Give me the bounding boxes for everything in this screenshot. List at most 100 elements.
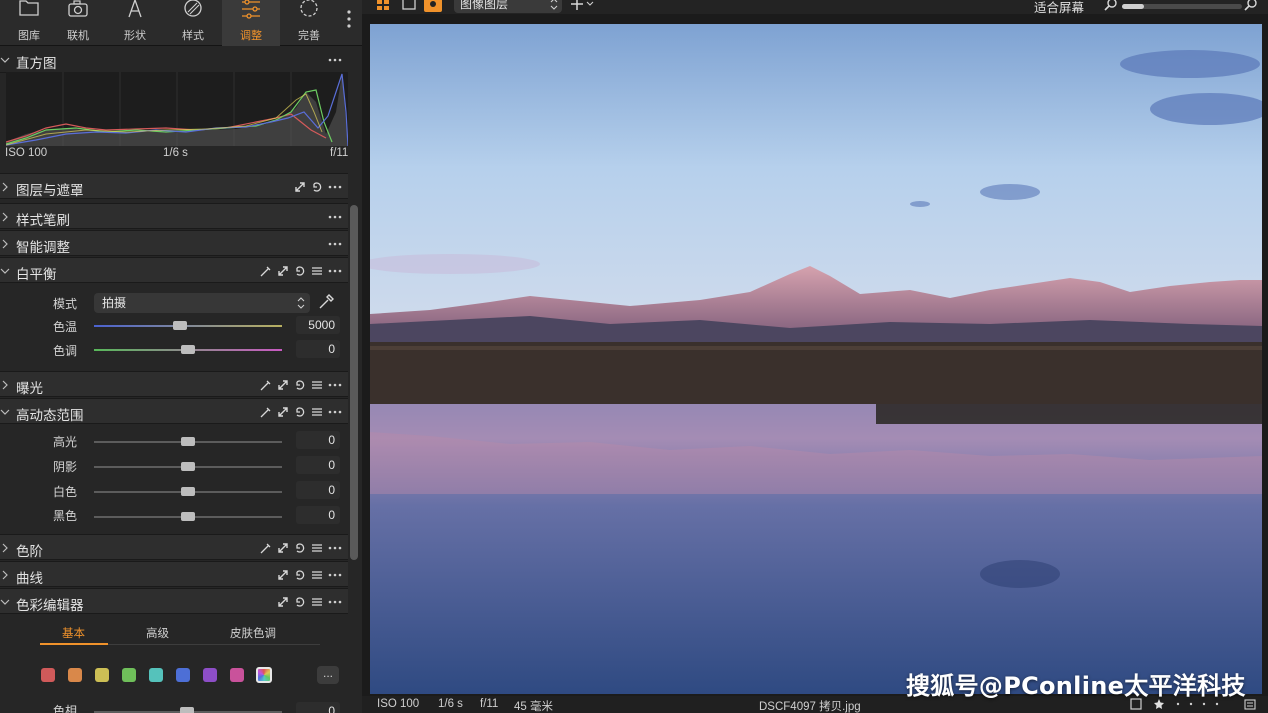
add-layer-icon[interactable]: [570, 0, 596, 12]
smart-adjust-header[interactable]: 智能调整: [0, 230, 348, 256]
zoom-slider[interactable]: [1122, 4, 1242, 9]
curves-header[interactable]: 曲线: [0, 561, 348, 587]
hue-value[interactable]: 0: [296, 702, 340, 713]
hue-knob[interactable]: [180, 707, 194, 713]
eye-icon[interactable]: [424, 0, 442, 12]
tab-refine[interactable]: 完善: [280, 0, 338, 46]
color-editor-header[interactable]: 色彩编辑器: [0, 588, 348, 614]
tab-color-skin[interactable]: 皮肤色调: [230, 625, 276, 641]
swatch-yellow[interactable]: [95, 668, 109, 682]
swatch-cyan[interactable]: [149, 668, 163, 682]
more-icon[interactable]: [328, 53, 342, 67]
tab-styles[interactable]: 样式: [164, 0, 222, 46]
image-viewer[interactable]: [362, 14, 1268, 696]
swatch-magenta[interactable]: [230, 668, 244, 682]
swatch-red[interactable]: [41, 668, 55, 682]
hdr-black-value[interactable]: 0: [296, 506, 340, 524]
wb-mode-select[interactable]: 拍摄: [94, 293, 310, 313]
section-title: 图层与遮罩: [16, 183, 84, 198]
layer-select[interactable]: 图像图层: [454, 0, 562, 13]
more-icon[interactable]: [328, 568, 342, 582]
updown-chevron-icon: [297, 297, 305, 309]
more-icon[interactable]: [328, 264, 342, 278]
wb-tint-knob[interactable]: [181, 345, 195, 354]
info-panel-icon[interactable]: [1244, 699, 1256, 710]
color-more-button[interactable]: ...: [317, 666, 339, 684]
chevron-down-icon: [0, 409, 10, 415]
picker-icon[interactable]: [260, 265, 272, 277]
reset-icon[interactable]: [311, 181, 323, 193]
copy-adjust-icon[interactable]: [277, 569, 289, 581]
more-icon[interactable]: [328, 405, 342, 419]
reset-icon[interactable]: [294, 406, 306, 418]
tab-adjust[interactable]: 调整: [222, 0, 280, 46]
swatch-orange[interactable]: [68, 668, 82, 682]
tab-color-basic[interactable]: 基本: [62, 625, 85, 641]
copy-adjust-icon[interactable]: [277, 379, 289, 391]
section-title: 色彩编辑器: [16, 598, 84, 613]
more-vertical-icon[interactable]: [342, 6, 356, 34]
list-icon[interactable]: [311, 569, 323, 581]
copy-adjust-icon[interactable]: [277, 265, 289, 277]
hdr-header[interactable]: 高动态范围: [0, 398, 348, 424]
more-icon[interactable]: [328, 180, 342, 194]
list-icon[interactable]: [311, 379, 323, 391]
swatch-green[interactable]: [122, 668, 136, 682]
hdr-white-knob[interactable]: [181, 487, 195, 496]
swatch-blue[interactable]: [176, 668, 190, 682]
reset-icon[interactable]: [294, 596, 306, 608]
copy-adjust-icon[interactable]: [277, 542, 289, 554]
copy-adjust-icon[interactable]: [277, 596, 289, 608]
tab-color-advanced[interactable]: 高级: [146, 625, 169, 641]
more-icon[interactable]: [328, 237, 342, 251]
reset-icon[interactable]: [294, 265, 306, 277]
more-icon[interactable]: [328, 378, 342, 392]
more-icon[interactable]: [328, 541, 342, 555]
swatch-all-colors[interactable]: [256, 667, 272, 683]
fit-screen-label[interactable]: 适合屏幕: [1034, 0, 1084, 14]
grid-view-icon[interactable]: [376, 0, 390, 10]
exposure-header[interactable]: 曝光: [0, 371, 348, 397]
list-icon[interactable]: [311, 265, 323, 277]
hdr-shadow-value[interactable]: 0: [296, 456, 340, 474]
tab-tethered[interactable]: 联机: [49, 0, 107, 46]
eyedropper-icon[interactable]: [318, 294, 334, 310]
swatch-purple[interactable]: [203, 668, 217, 682]
reset-icon[interactable]: [294, 569, 306, 581]
copy-adjust-icon[interactable]: [294, 181, 306, 193]
hdr-highlight-value[interactable]: 0: [296, 431, 340, 449]
tab-shape[interactable]: 形状: [106, 0, 164, 46]
reset-icon[interactable]: [294, 542, 306, 554]
zoom-in-icon[interactable]: [1244, 0, 1258, 12]
list-icon[interactable]: [311, 596, 323, 608]
style-brush-header[interactable]: 样式笔刷: [0, 203, 348, 229]
wb-temp-knob[interactable]: [173, 321, 188, 330]
list-icon[interactable]: [311, 542, 323, 554]
wb-temp-slider[interactable]: [94, 325, 282, 327]
copy-adjust-icon[interactable]: [277, 406, 289, 418]
levels-header[interactable]: 色阶: [0, 534, 348, 560]
hdr-white-value[interactable]: 0: [296, 481, 340, 499]
section-title: 高动态范围: [16, 408, 84, 423]
tab-label: 联机: [67, 30, 89, 42]
layers-masks-header[interactable]: 图层与遮罩: [0, 173, 348, 199]
picker-icon[interactable]: [260, 406, 272, 418]
white-balance-header[interactable]: 白平衡: [0, 257, 348, 283]
zoom-out-icon[interactable]: [1104, 0, 1118, 12]
more-icon[interactable]: [328, 210, 342, 224]
hdr-shadow-knob[interactable]: [181, 462, 195, 471]
more-icon[interactable]: [328, 595, 342, 609]
hdr-black-knob[interactable]: [181, 512, 195, 521]
picker-icon[interactable]: [260, 379, 272, 391]
reset-icon[interactable]: [294, 379, 306, 391]
wb-tint-value[interactable]: 0: [296, 340, 340, 358]
picker-icon[interactable]: [260, 542, 272, 554]
single-view-icon[interactable]: [402, 0, 416, 10]
panel-scrollbar[interactable]: [350, 205, 358, 560]
watermark-text: 搜狐号@PConline太平洋科技: [906, 672, 1246, 700]
histogram-header[interactable]: 直方图: [0, 47, 348, 73]
list-icon[interactable]: [311, 406, 323, 418]
chevron-right-icon: [2, 212, 8, 222]
wb-temp-value[interactable]: 5000: [296, 316, 340, 334]
hdr-highlight-knob[interactable]: [181, 437, 195, 446]
